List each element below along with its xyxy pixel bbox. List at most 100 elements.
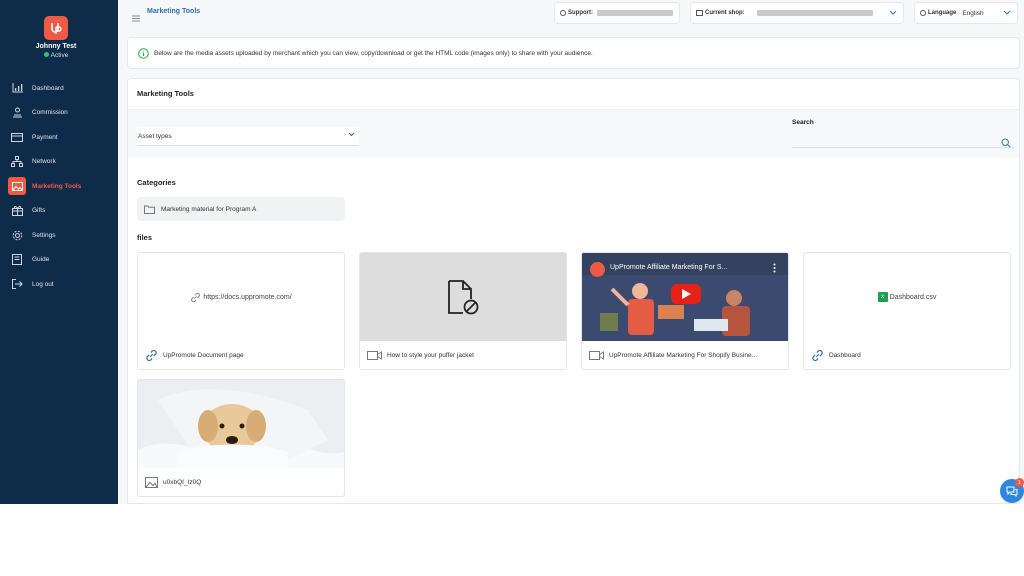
no-preview-icon (446, 279, 480, 315)
book-icon (11, 254, 23, 266)
shop-label: Current shop: (705, 10, 745, 16)
notification-badge: 1 (1015, 478, 1024, 487)
sidebar-item-marketing-tools[interactable]: Marketing Tools (0, 174, 118, 199)
card-title: Marketing Tools (137, 89, 194, 98)
link-icon (811, 349, 824, 362)
file-name: UpPromote Affiliate Marketing For Shopif… (609, 351, 758, 359)
sidebar-item-label: Marketing Tools (32, 182, 82, 190)
file-name: How to style your puffer jacket (387, 351, 474, 359)
search-icon[interactable] (1001, 135, 1011, 153)
dog-photo (138, 380, 344, 468)
sidebar-item-settings[interactable]: Settings (0, 223, 118, 248)
file-footer: u0xbQI_Iz0Q (145, 475, 201, 489)
categories-heading: Categories (137, 178, 176, 187)
commission-icon (11, 107, 23, 119)
image-icon (8, 177, 26, 196)
file-name: Dashboard (829, 351, 861, 359)
file-name: UpPromote Document page (163, 351, 244, 359)
app-window: Johnny Test Active Dashboard Commission … (0, 0, 1024, 504)
sidebar-item-network[interactable]: Network (0, 150, 118, 175)
search-label: Search (792, 119, 814, 126)
marketing-tools-card: Marketing Tools Asset types Search Categ… (127, 78, 1020, 504)
link-icon (145, 349, 158, 362)
video-title-overlay: UpPromote Affiliate Marketing For S... (610, 264, 728, 271)
user-name: Johnny Test (35, 43, 77, 50)
status-dot (43, 52, 49, 57)
chat-icon (1006, 486, 1018, 497)
chevron-down-icon (1003, 10, 1011, 17)
chevron-down-icon (889, 10, 897, 17)
language-value: English (962, 9, 984, 17)
gift-icon (11, 205, 23, 217)
network-icon (11, 156, 23, 168)
sidebar-item-label: Dashboard (32, 84, 64, 92)
folder-icon (144, 205, 155, 214)
topbar: Marketing Tools Support: Current shop: L… (118, 0, 1024, 28)
file-card[interactable]: u0xbQI_Iz0Q (137, 379, 345, 497)
file-card[interactable]: UpPromote Affiliate Marketing For S... U… (581, 252, 789, 370)
sidebar-item-gifts[interactable]: Gifts (0, 199, 118, 224)
category-label: Marketing material for Program A (161, 205, 257, 213)
file-name: u0xbQI_Iz0Q (163, 478, 202, 486)
file-thumbnail (360, 253, 566, 341)
sidebar-item-label: Guide (32, 256, 50, 264)
excel-icon: x (877, 292, 888, 302)
language-select[interactable]: Language English (914, 2, 1018, 24)
gear-icon (11, 229, 23, 241)
video-thumbnail: UpPromote Affiliate Marketing For S... (582, 253, 788, 341)
sidebar-item-label: Commission (32, 109, 68, 117)
sidebar-item-logout[interactable]: Log out (0, 272, 118, 297)
asset-type-select[interactable]: Asset types (137, 127, 359, 146)
shop-select[interactable]: Current shop: (690, 2, 904, 24)
user-status: Active (0, 52, 112, 59)
sidebar-item-label: Gifts (32, 207, 46, 215)
files-heading: files (137, 233, 153, 242)
sidebar-item-commission[interactable]: Commission (0, 101, 118, 126)
bar-chart-icon (11, 82, 23, 94)
uppromote-logo[interactable] (44, 16, 68, 40)
file-preview-url: https://docs.uppromote.com/ (203, 293, 292, 301)
banner-text: Below are the media assets uploaded by m… (154, 49, 593, 57)
file-card[interactable]: How to style your puffer jacket (359, 252, 567, 370)
link-icon (190, 292, 201, 303)
shop-icon (696, 10, 703, 16)
youtube-avatar (590, 262, 605, 277)
more-vert-icon[interactable] (773, 263, 776, 273)
file-card[interactable]: https://docs.uppromote.com/ UpPromote Do… (137, 252, 345, 370)
language-label: Language (928, 10, 957, 16)
sidebar-item-payment[interactable]: Payment (0, 125, 118, 150)
sidebar-item-label: Payment (32, 133, 58, 141)
video-icon (589, 350, 604, 361)
category-folder[interactable]: Marketing material for Program A (137, 197, 345, 221)
sidebar: Johnny Test Active Dashboard Commission … (0, 0, 118, 504)
support-box[interactable]: Support: (554, 2, 680, 24)
file-footer: UpPromote Affiliate Marketing For Shopif… (589, 348, 757, 362)
file-footer: How to style your puffer jacket (367, 348, 474, 362)
globe-icon (920, 10, 926, 16)
sidebar-item-dashboard[interactable]: Dashboard (0, 76, 118, 101)
support-redacted (597, 10, 673, 16)
info-icon (138, 47, 149, 59)
user-status-text: Active (50, 52, 69, 59)
asset-type-value: Asset types (138, 133, 172, 140)
sidebar-item-label: Network (32, 158, 56, 166)
image-thumbnail (138, 380, 344, 468)
file-footer: Dashboard (811, 348, 861, 362)
breadcrumb[interactable]: Marketing Tools (147, 8, 200, 15)
video-icon (367, 350, 382, 361)
sidebar-item-guide[interactable]: Guide (0, 248, 118, 273)
card-icon (11, 131, 23, 143)
image-icon (145, 476, 158, 488)
sidebar-item-label: Settings (32, 231, 56, 239)
menu-icon[interactable] (132, 9, 140, 27)
support-icon (560, 10, 566, 16)
sidebar-item-label: Log out (32, 280, 54, 288)
logout-icon (11, 278, 23, 290)
file-card[interactable]: x Dashboard.csv Dashboard (803, 252, 1011, 370)
info-banner: Below are the media assets uploaded by m… (127, 37, 1020, 69)
shop-redacted (756, 10, 873, 16)
support-label: Support: (568, 10, 593, 16)
file-thumbnail: x Dashboard.csv (804, 253, 1010, 341)
file-footer: UpPromote Document page (145, 348, 244, 362)
search-input[interactable] (792, 132, 1014, 148)
